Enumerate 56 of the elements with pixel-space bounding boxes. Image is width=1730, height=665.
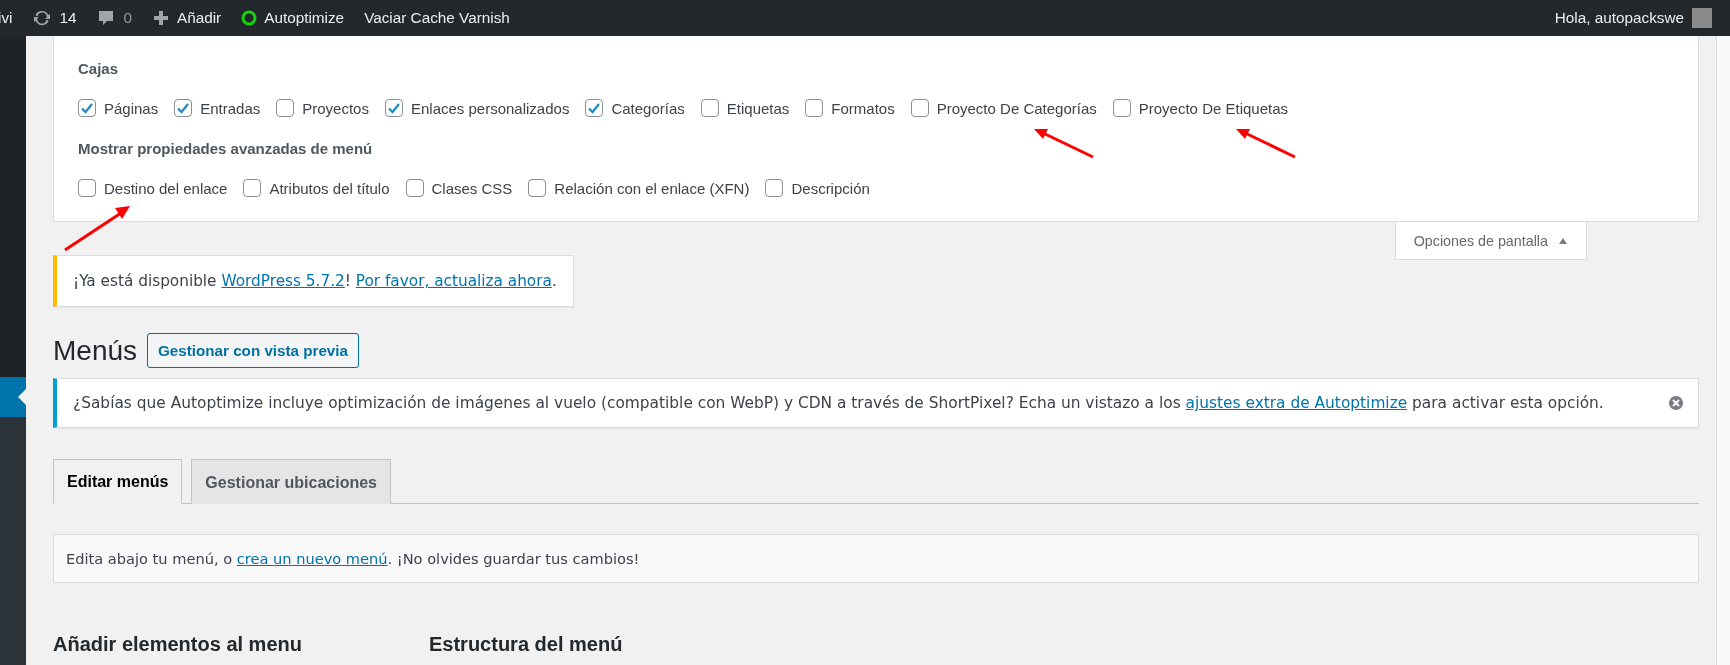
checkbox-label[interactable]: Clases CSS [431, 179, 513, 197]
text-link[interactable]: WordPress 5.7.2 [221, 272, 345, 290]
plus-icon [152, 9, 170, 27]
checkbox[interactable] [700, 99, 719, 117]
text-link[interactable]: Por favor, actualiza ahora [355, 272, 552, 290]
section-heading: Cajas [78, 60, 120, 77]
menu-label[interactable]: Añadir [177, 9, 222, 27]
tab[interactable]: Editar menús [53, 459, 183, 504]
close-icon[interactable] [1668, 395, 1684, 411]
notice-text: ¿Sabías que Autoptimize incluye optimización de imágenes al vuelo (compatible con WebP) y CDN a través de ShortPixel? Echa un vistazo a los ajustes extra de Autoptimize para activar esta opción. [73, 394, 1604, 412]
screen-options-toggle[interactable]: Opciones de pantalla [1394, 222, 1587, 260]
checkbox-label[interactable]: Proyecto De Etiquetas [1138, 99, 1288, 117]
checkbox[interactable] [405, 179, 424, 197]
checkbox[interactable] [910, 99, 929, 117]
checkbox-label[interactable]: Páginas [104, 99, 159, 117]
page-title: Menús [53, 334, 138, 367]
greeting-label[interactable]: Hola, autopackswe [1554, 9, 1684, 27]
info-text: Edita abajo tu menú, o crea un nuevo menú. ¡No olvides guardar tus cambios! [66, 550, 641, 567]
scrollbar[interactable] [1716, 36, 1730, 665]
preview-button[interactable]: Gestionar con vista previa [147, 333, 359, 368]
checkbox[interactable] [174, 99, 193, 117]
refresh-icon [32, 8, 53, 28]
section-heading: Añadir elementos al menu [53, 633, 303, 656]
checkbox[interactable] [805, 99, 824, 117]
menu-label[interactable]: Autoptimize [264, 9, 345, 27]
text-link[interactable]: ajustes extra de Autoptimize [1185, 394, 1408, 412]
menu-label[interactable]: Vaciar Cache Varnish [364, 9, 510, 27]
current-menu-item[interactable] [0, 377, 26, 417]
count-label[interactable]: 14 [59, 9, 77, 27]
checkbox[interactable] [1112, 99, 1131, 117]
checkbox[interactable] [384, 99, 403, 117]
status-circle-icon [241, 10, 258, 26]
checkbox-label[interactable]: Proyectos [302, 99, 369, 117]
checkbox-label[interactable]: Formatos [831, 99, 895, 117]
checkbox-label[interactable]: Proyecto De Categorías [936, 99, 1097, 117]
count-label[interactable]: 0 [123, 9, 132, 27]
checkbox-label[interactable]: Categorías [611, 99, 685, 117]
checkbox-label[interactable]: Entradas [200, 99, 261, 117]
checkbox[interactable] [765, 179, 784, 197]
section-heading: Mostrar propiedades avanzadas de menú [78, 140, 374, 157]
checkbox[interactable] [276, 99, 295, 117]
notice-text: ¡Ya está disponible WordPress 5.7.2! Por favor, actualiza ahora. [73, 272, 557, 290]
tab[interactable]: Gestionar ubicaciones [191, 459, 391, 504]
checkbox[interactable] [78, 99, 96, 117]
checkbox[interactable] [78, 179, 96, 197]
checkbox-label[interactable]: Relación con el enlace (XFN) [554, 179, 750, 197]
text-link[interactable]: crea un nuevo menú [236, 550, 388, 567]
checkbox-label[interactable]: Atributos del título [269, 179, 390, 197]
checkbox[interactable] [585, 99, 604, 117]
checkbox-label[interactable]: Descripción [791, 179, 870, 197]
section-heading: Estructura del menú [429, 633, 624, 656]
checkbox-label[interactable]: Etiquetas [726, 99, 790, 117]
checkbox[interactable] [243, 179, 262, 197]
checkbox-label[interactable]: Destino del enlace [104, 179, 228, 197]
checkbox[interactable] [528, 179, 547, 197]
checkbox-label[interactable]: Enlaces personalizados [410, 99, 570, 117]
